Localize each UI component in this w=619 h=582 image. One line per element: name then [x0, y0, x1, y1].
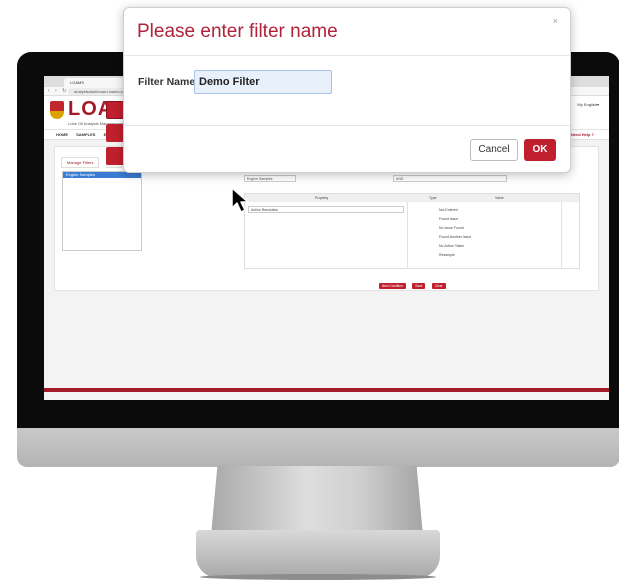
new-condition-button[interactable]: New Condition: [379, 283, 406, 289]
dialog-divider: [124, 125, 570, 126]
filter-list: Engine Samples: [62, 171, 142, 251]
column-divider: [561, 202, 562, 269]
help-link[interactable]: Need Help ?: [571, 130, 594, 140]
header-value: Value: [495, 196, 504, 200]
monitor-stand-shadow: [200, 574, 436, 580]
option-checkbox[interactable]: Resample: [439, 253, 455, 257]
column-divider: [407, 202, 408, 269]
logic-select[interactable]: AND: [393, 175, 507, 182]
cancel-button[interactable]: Cancel: [470, 139, 518, 161]
dialog-divider: [124, 55, 570, 56]
conditions-table: Property Type Value Action Resolution No…: [244, 193, 580, 269]
mouse-pointer-icon: [231, 187, 249, 213]
menu-item-samples[interactable]: SAMPLES: [76, 132, 95, 137]
conditions-actions: New Condition Save Clear: [379, 274, 448, 292]
imac-mockup: LOAMS ‹ › ↻ analystsdashboard.loams.com …: [0, 0, 619, 582]
property-select[interactable]: Action Resolution: [248, 206, 404, 213]
close-icon[interactable]: ×: [553, 16, 558, 26]
monitor-chin: [17, 428, 619, 467]
language-selector[interactable]: My English▾: [577, 102, 599, 107]
dialog-title: Please enter filter name: [137, 21, 338, 42]
ok-button[interactable]: OK: [524, 139, 556, 161]
filter-name-label: Filter Name: [138, 76, 196, 88]
filter-name-input[interactable]: [194, 70, 332, 94]
option-checkbox[interactable]: No Issue Found: [439, 226, 464, 230]
header-property: Property: [315, 196, 329, 200]
clear-button[interactable]: Clear: [431, 283, 446, 289]
option-checkbox[interactable]: Found Issue: [439, 217, 458, 221]
option-checkbox[interactable]: Found Another Issue: [439, 235, 471, 239]
save-button[interactable]: Save: [412, 283, 426, 289]
header-type: Type: [429, 196, 437, 200]
menu-item-home[interactable]: HOME: [56, 132, 68, 137]
filter-name-field[interactable]: Engine Samples: [244, 175, 296, 182]
option-checkbox[interactable]: Not Entered: [439, 208, 458, 212]
monitor-stand-base: [196, 530, 440, 578]
conditions-table-header: Property Type Value: [245, 194, 579, 202]
tab-manage-filters[interactable]: Manage Filters: [61, 157, 100, 168]
footer-band: [44, 388, 609, 392]
logo-badge-icon: [50, 101, 64, 119]
option-checkbox[interactable]: No Action Taken: [439, 244, 464, 248]
monitor-stand-neck: [211, 466, 423, 536]
browser-tab[interactable]: LOAMS: [64, 78, 124, 87]
browser-nav-icons[interactable]: ‹ › ↻: [48, 88, 68, 94]
filter-name-dialog: Please enter filter name × Filter Name C…: [123, 7, 571, 173]
